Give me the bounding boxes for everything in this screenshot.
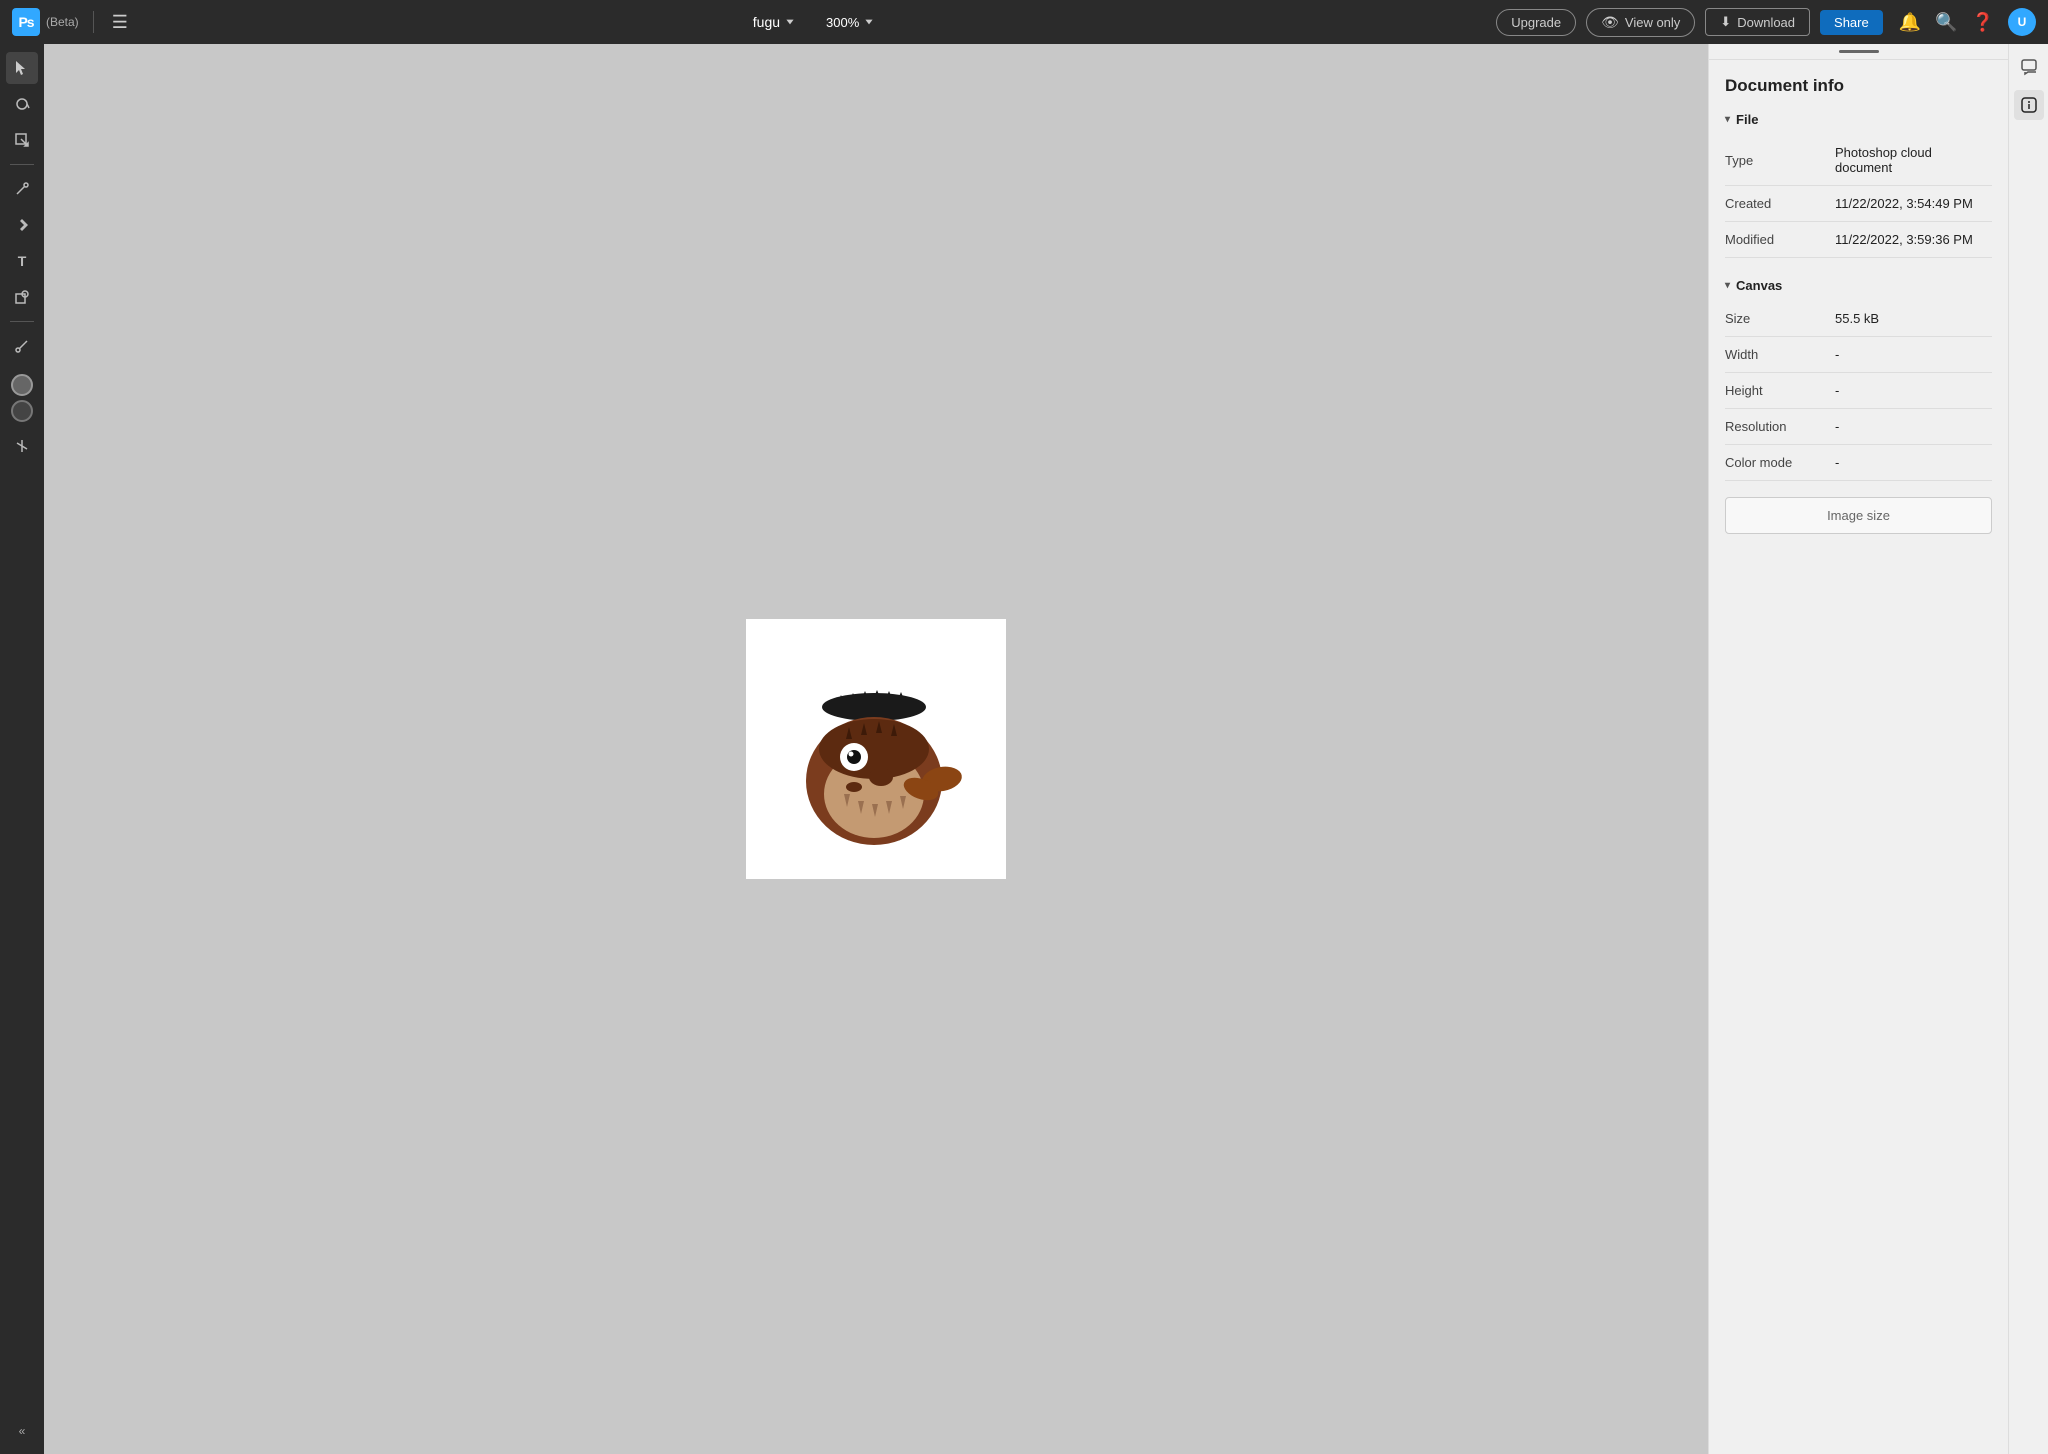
zoom-button[interactable]: 300% — [826, 15, 875, 30]
adjust-tool-icon — [14, 438, 30, 454]
filename-button[interactable]: fugu — [753, 14, 796, 30]
width-label: Width — [1725, 347, 1835, 362]
download-icon: ⬇ — [1720, 14, 1731, 30]
color-mode-row: Color mode - — [1725, 445, 1992, 481]
fugu-artwork — [766, 639, 986, 859]
canvas-section-label: Canvas — [1736, 278, 1782, 293]
brush-tool-icon — [14, 181, 30, 197]
transform-tool-icon — [14, 132, 30, 148]
main-layout: T « — [0, 44, 2048, 1454]
artwork-container — [746, 619, 1006, 879]
avatar[interactable]: U — [2008, 8, 2036, 36]
type-row: Type Photoshop cloud document — [1725, 135, 1992, 186]
modified-label: Modified — [1725, 232, 1835, 247]
search-icon[interactable]: 🔍 — [1935, 12, 1957, 33]
created-row: Created 11/22/2022, 3:54:49 PM — [1725, 186, 1992, 222]
tool-colors — [11, 374, 33, 422]
tool-transform[interactable] — [6, 124, 38, 156]
topbar: Ps (Beta) ☰ fugu 300% Upgrade 👁 View onl… — [0, 0, 2048, 44]
tool-separator-1 — [10, 164, 34, 165]
zoom-chevron-icon — [863, 16, 875, 28]
filename-text: fugu — [753, 14, 780, 30]
viewonly-button[interactable]: 👁 View only — [1586, 8, 1695, 37]
topbar-icons: 🔔 🔍 ❓ U — [1899, 8, 2036, 36]
height-row: Height - — [1725, 373, 1992, 409]
upgrade-button[interactable]: Upgrade — [1496, 9, 1576, 36]
help-icon[interactable]: ❓ — [1972, 12, 1994, 33]
notifications-icon[interactable]: 🔔 — [1899, 12, 1921, 33]
type-label: Type — [1725, 153, 1835, 168]
left-toolbar: T « — [0, 44, 44, 1454]
shape-tool-icon — [14, 289, 30, 305]
tool-shape[interactable] — [6, 281, 38, 313]
canvas-section-header[interactable]: ▾ Canvas — [1725, 278, 1992, 293]
eyedropper-tool-icon — [14, 338, 30, 354]
height-label: Height — [1725, 383, 1835, 398]
ps-logo-icon: Ps — [12, 8, 40, 36]
modified-value: 11/22/2022, 3:59:36 PM — [1835, 232, 1992, 247]
download-button[interactable]: ⬇ Download — [1705, 8, 1810, 36]
resolution-value: - — [1835, 419, 1992, 434]
resolution-label: Resolution — [1725, 419, 1835, 434]
canvas-section-chevron: ▾ — [1725, 280, 1730, 291]
panel-tabs — [1709, 44, 2008, 60]
file-section-label: File — [1736, 112, 1758, 127]
height-value: - — [1835, 383, 1992, 398]
tool-eyedropper[interactable] — [6, 330, 38, 362]
filename-chevron-icon — [784, 16, 796, 28]
width-row: Width - — [1725, 337, 1992, 373]
menu-icon[interactable]: ☰ — [108, 8, 132, 37]
size-value: 55.5 kB — [1835, 311, 1992, 326]
resolution-row: Resolution - — [1725, 409, 1992, 445]
share-button[interactable]: Share — [1820, 10, 1883, 35]
tool-adjust[interactable] — [6, 430, 38, 462]
image-size-button[interactable]: Image size — [1725, 497, 1992, 534]
zoom-value: 300% — [826, 15, 859, 30]
doc-info-content: Document info ▾ File Type Photoshop clou… — [1709, 60, 2008, 1454]
created-label: Created — [1725, 196, 1835, 211]
tool-lasso[interactable] — [6, 88, 38, 120]
file-section-chevron: ▾ — [1725, 114, 1730, 125]
far-right-panel — [2008, 44, 2048, 1454]
tool-brush[interactable] — [6, 173, 38, 205]
tool-text[interactable]: T — [6, 245, 38, 277]
width-value: - — [1835, 347, 1992, 362]
tool-select[interactable] — [6, 52, 38, 84]
tool-pen[interactable] — [6, 209, 38, 241]
info-icon[interactable] — [2014, 90, 2044, 120]
app-logo: Ps (Beta) — [12, 8, 79, 36]
beta-label: (Beta) — [46, 15, 79, 29]
tool-separator-2 — [10, 321, 34, 322]
background-color[interactable] — [11, 400, 33, 422]
modified-row: Modified 11/22/2022, 3:59:36 PM — [1725, 222, 1992, 258]
file-section-header[interactable]: ▾ File — [1725, 112, 1992, 127]
color-mode-label: Color mode — [1725, 455, 1835, 470]
comment-icon[interactable] — [2014, 52, 2044, 82]
tab-indicator — [1839, 50, 1879, 53]
type-value: Photoshop cloud document — [1835, 145, 1992, 175]
text-tool-icon: T — [18, 253, 27, 269]
eye-icon: 👁 — [1601, 14, 1619, 31]
lasso-tool-icon — [14, 96, 30, 112]
size-label: Size — [1725, 311, 1835, 326]
select-tool-icon — [14, 60, 30, 76]
topbar-divider — [93, 11, 94, 33]
foreground-color[interactable] — [11, 374, 33, 396]
canvas-area — [44, 44, 1708, 1454]
pen-tool-icon — [14, 217, 30, 233]
size-row: Size 55.5 kB — [1725, 301, 1992, 337]
color-mode-value: - — [1835, 455, 1992, 470]
doc-info-title: Document info — [1725, 76, 1992, 96]
created-value: 11/22/2022, 3:54:49 PM — [1835, 196, 1992, 211]
right-side: Document info ▾ File Type Photoshop clou… — [1708, 44, 2048, 1454]
document-info-panel: Document info ▾ File Type Photoshop clou… — [1708, 44, 2008, 1454]
collapse-button[interactable]: « — [19, 1424, 26, 1446]
